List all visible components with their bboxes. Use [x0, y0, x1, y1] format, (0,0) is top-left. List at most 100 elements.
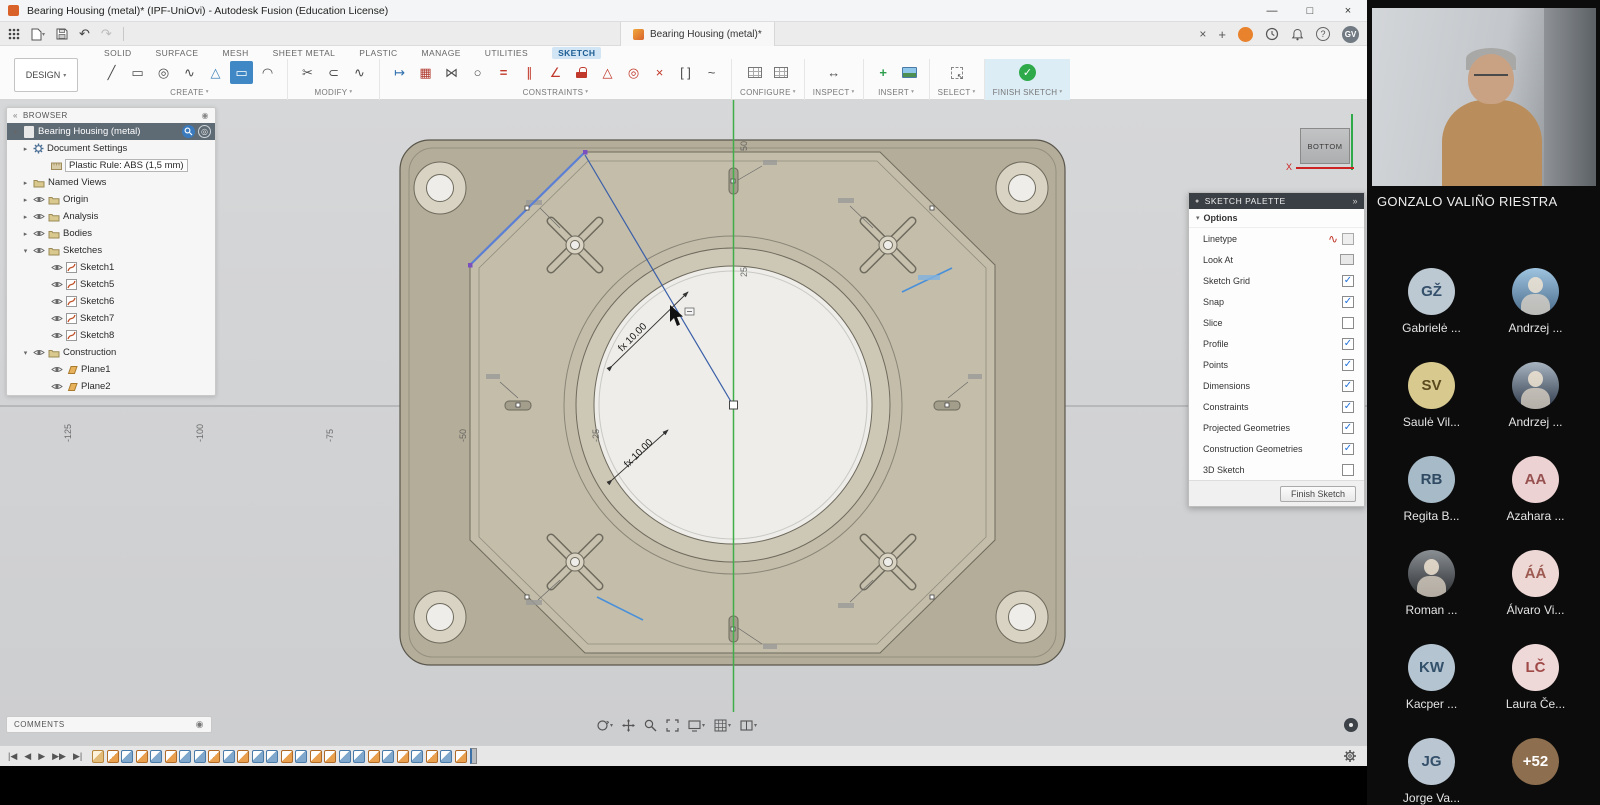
speaker-video[interactable] — [1372, 8, 1596, 186]
participant-tile[interactable]: Roman ... — [1380, 550, 1484, 617]
expand-arrow-icon[interactable]: ▸ — [21, 179, 30, 187]
visibility-eye-icon[interactable] — [51, 331, 63, 340]
timeline-feature-extrude-5[interactable] — [150, 750, 162, 763]
close-button[interactable]: × — [1329, 0, 1367, 22]
finish-sketch-button[interactable]: ✓ — [1016, 61, 1039, 84]
extensions-clock-icon[interactable] — [1265, 27, 1279, 41]
timeline-feature-extrude-3[interactable] — [121, 750, 133, 763]
timeline-feature-sketch-16[interactable] — [310, 750, 322, 763]
participant-tile[interactable]: AAAzahara ... — [1484, 456, 1588, 523]
slice-checkbox[interactable] — [1342, 317, 1354, 329]
browser-item-sketch5[interactable]: Sketch5 — [7, 276, 215, 293]
browser-item-document-settings[interactable]: ▸Document Settings — [7, 140, 215, 157]
target-icon[interactable]: ◎ — [198, 125, 211, 138]
feedback-bubble-icon[interactable] — [1344, 718, 1358, 732]
help-icon[interactable]: ? — [1316, 27, 1330, 41]
browser-item-analysis[interactable]: ▸Analysis — [7, 208, 215, 225]
trim-tool[interactable]: ✂ — [296, 61, 319, 84]
timeline-feature-extrude-15[interactable] — [295, 750, 307, 763]
timeline-feature-extrude-13[interactable] — [266, 750, 278, 763]
collinear-constraint[interactable]: × — [648, 61, 671, 84]
participant-tile[interactable]: GŽGabrielė ... — [1380, 268, 1484, 335]
timeline-feature-sketch-20[interactable] — [368, 750, 380, 763]
visibility-eye-icon[interactable] — [51, 365, 63, 374]
timeline-settings-gear-icon[interactable] — [1343, 749, 1357, 763]
symmetry-constraint[interactable]: [ ] — [674, 61, 697, 84]
configure-insert[interactable] — [769, 61, 792, 84]
participant-tile[interactable]: Andrzej ... — [1484, 268, 1588, 335]
palette-options-header[interactable]: ▾ Options — [1189, 209, 1364, 228]
browser-item-plane2[interactable]: Plane2 — [7, 378, 215, 395]
ribbon-group-label-select[interactable]: SELECT ▾ — [938, 86, 976, 98]
expand-arrow-icon[interactable]: ▸ — [21, 230, 30, 238]
fix-constraint[interactable] — [570, 61, 593, 84]
collapse-arrow-icon[interactable]: ▾ — [21, 349, 30, 357]
new-tab-icon[interactable]: + — [1218, 27, 1226, 42]
timeline-feature-extrude-23[interactable] — [411, 750, 423, 763]
minimize-button[interactable]: — — [1253, 0, 1291, 22]
play-button[interactable]: ▶ — [38, 751, 45, 762]
look-at-icon[interactable] — [1340, 254, 1354, 265]
participant-tile[interactable]: KWKacper ... — [1380, 644, 1484, 711]
ribbon-tab-manage[interactable]: MANAGE — [422, 48, 461, 58]
palette-row-projected-geometries[interactable]: Projected Geometries✓ — [1189, 417, 1364, 438]
browser-item-origin[interactable]: ▸Origin — [7, 191, 215, 208]
ribbon-group-label-insert[interactable]: INSERT ▾ — [878, 86, 914, 98]
browser-item-sketch6[interactable]: Sketch6 — [7, 293, 215, 310]
linetype-page-icon[interactable] — [1342, 233, 1354, 245]
construction-geometries-checkbox[interactable]: ✓ — [1342, 443, 1354, 455]
project-tool[interactable]: ∿ — [348, 61, 371, 84]
timeline-position-marker[interactable] — [470, 748, 477, 764]
3d-sketch-checkbox[interactable] — [1342, 464, 1354, 476]
browser-item-named-views[interactable]: ▸Named Views — [7, 174, 215, 191]
timeline-feature-sketch-14[interactable] — [281, 750, 293, 763]
timeline-feature-sketch-9[interactable] — [208, 750, 220, 763]
ribbon-group-label-modify[interactable]: MODIFY ▾ — [315, 86, 353, 98]
orbit-button[interactable]: ▾ — [596, 719, 613, 732]
document-tab[interactable]: Bearing Housing (metal)* — [620, 22, 775, 46]
go-to-start-button[interactable]: |◀ — [8, 751, 17, 762]
canvas-image-button[interactable] — [898, 61, 921, 84]
palette-row-linetype[interactable]: Linetype∿ — [1189, 228, 1364, 249]
palette-row-slice[interactable]: Slice — [1189, 312, 1364, 333]
timeline-feature-sketch-4[interactable] — [136, 750, 148, 763]
browser-item-plastic-rule-abs-1-5-mm[interactable]: Plastic Rule: ABS (1,5 mm) — [7, 157, 215, 174]
dock-panel-icon[interactable]: » — [1352, 196, 1358, 206]
arc-tool[interactable]: ◠ — [256, 61, 279, 84]
circle-tool[interactable]: ◎ — [152, 61, 175, 84]
palette-row-dimensions[interactable]: Dimensions✓ — [1189, 375, 1364, 396]
polygon-tool[interactable]: △ — [204, 61, 227, 84]
save-icon[interactable] — [56, 28, 68, 40]
timeline-feature-extrude-8[interactable] — [194, 750, 206, 763]
view-cube[interactable]: BOTTOM X — [1288, 122, 1360, 180]
expand-arrow-icon[interactable]: ▸ — [21, 145, 30, 153]
timeline-feature-extrude-12[interactable] — [252, 750, 264, 763]
workspace-selector[interactable]: DESIGN ▾ — [14, 58, 78, 92]
timeline-feature-sketch-24[interactable] — [426, 750, 438, 763]
constraints-checkbox[interactable]: ✓ — [1342, 401, 1354, 413]
timeline-feature-extrude-21[interactable] — [382, 750, 394, 763]
two-point-rectangle-tool[interactable]: ▭ — [230, 61, 253, 84]
ribbon-tab-plastic[interactable]: PLASTIC — [359, 48, 397, 58]
mirror-tool[interactable]: ⋈ — [440, 61, 463, 84]
offset-tool[interactable]: ⊂ — [322, 61, 345, 84]
browser-item-sketch7[interactable]: Sketch7 — [7, 310, 215, 327]
browser-root-item[interactable]: ▾ Bearing Housing (metal) ◎ — [7, 123, 215, 140]
ribbon-group-label-configure[interactable]: CONFIGURE ▾ — [740, 86, 796, 98]
timeline-feature-extrude-25[interactable] — [440, 750, 452, 763]
ribbon-tab-solid[interactable]: SOLID — [104, 48, 132, 58]
notifications-bell-icon[interactable] — [1291, 28, 1304, 41]
step-forward-button[interactable]: ▶▶ — [52, 751, 66, 762]
file-menu-icon[interactable]: ▾ — [31, 28, 45, 41]
spline-tool[interactable]: ∿ — [178, 61, 201, 84]
palette-row-look-at[interactable]: Look At — [1189, 249, 1364, 270]
comments-bar[interactable]: COMMENTS ◉ — [6, 716, 212, 733]
viewcube-face[interactable]: BOTTOM — [1300, 128, 1350, 164]
visibility-eye-icon[interactable] — [51, 297, 63, 306]
go-to-end-button[interactable]: ▶| — [73, 751, 82, 762]
ribbon-tab-mesh[interactable]: MESH — [222, 48, 248, 58]
job-status-icon[interactable] — [1238, 27, 1253, 42]
participant-tile[interactable]: Andrzej ... — [1484, 362, 1588, 429]
timeline-feature-extrude-19[interactable] — [353, 750, 365, 763]
timeline-feature-sketch-6[interactable] — [165, 750, 177, 763]
